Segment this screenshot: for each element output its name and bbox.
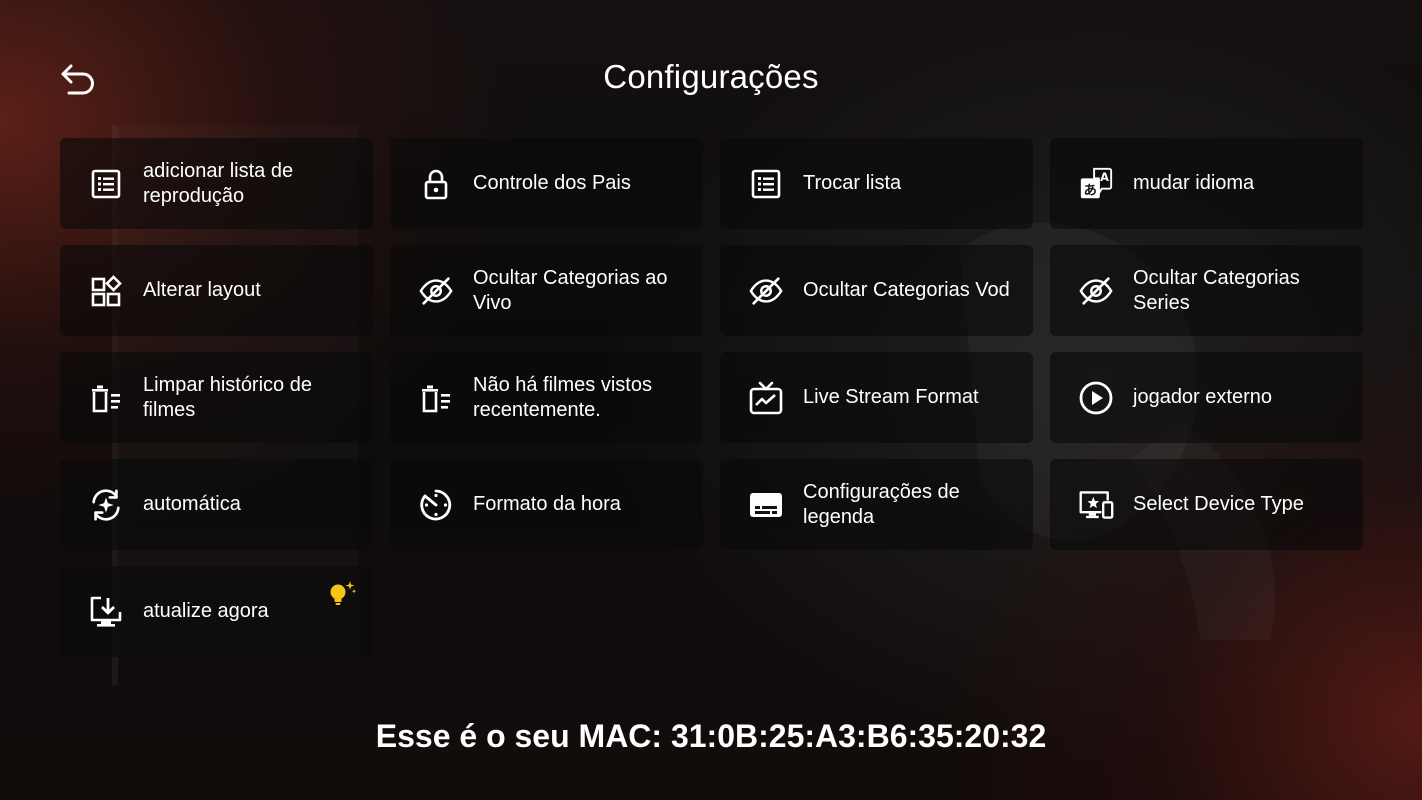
tile-parental-control[interactable]: Controle dos Pais [390, 138, 703, 229]
tile-clear-movie-history[interactable]: Limpar histórico de filmes [60, 352, 373, 443]
tile-external-player[interactable]: jogador externo [1050, 352, 1363, 443]
layout-icon [88, 273, 124, 309]
page-title: Configurações [603, 58, 819, 95]
tile-label: Alterar layout [143, 279, 261, 301]
tile-hide-vod-categories[interactable]: Ocultar Categorias Vod [720, 245, 1033, 336]
devices-icon [1078, 487, 1114, 523]
tile-label: Live Stream Format [803, 386, 979, 408]
tile-switch-list[interactable]: Trocar lista [720, 138, 1033, 229]
playlist-add-icon [88, 166, 124, 202]
list-icon [748, 166, 784, 202]
download-update-icon [88, 594, 124, 630]
tile-change-language[interactable]: あ A mudar idioma [1050, 138, 1363, 229]
eye-off-icon [418, 273, 454, 309]
eye-off-icon [748, 273, 784, 309]
play-circle-icon [1078, 380, 1114, 416]
tile-label: Ocultar Categorias Vod [803, 279, 1010, 301]
tile-update-now[interactable]: atualize agora [60, 566, 373, 657]
tile-label: Ocultar Categorias Series [1133, 266, 1300, 314]
tile-time-format[interactable]: Formato da hora [390, 459, 703, 550]
tile-label: adicionar lista de reprodução [143, 159, 294, 207]
tile-live-stream-format[interactable]: Live Stream Format [720, 352, 1033, 443]
tile-label: atualize agora [143, 600, 269, 622]
tile-add-playlist[interactable]: adicionar lista de reprodução [60, 138, 373, 229]
auto-refresh-icon [88, 487, 124, 523]
tile-label: Configurações de legenda [803, 480, 960, 528]
tile-label: Não há filmes vistos recentemente. [473, 373, 652, 421]
tile-no-recent-movies[interactable]: Não há filmes vistos recentemente. [390, 352, 703, 443]
tile-label: Select Device Type [1133, 493, 1304, 515]
tile-label: Ocultar Categorias ao Vivo [473, 266, 668, 314]
tile-hide-series-categories[interactable]: Ocultar Categorias Series [1050, 245, 1363, 336]
tile-subtitle-settings[interactable]: Configurações de legenda [720, 459, 1033, 550]
translate-icon: あ A [1078, 166, 1114, 202]
tile-select-device-type[interactable]: Select Device Type [1050, 459, 1363, 550]
clear-history-icon [88, 380, 124, 416]
lightbulb-icon [327, 578, 357, 608]
tile-label: mudar idioma [1133, 172, 1255, 194]
clear-history-icon [418, 380, 454, 416]
svg-text:あ: あ [1084, 182, 1097, 198]
svg-text:A: A [1100, 170, 1109, 184]
subtitles-icon [748, 487, 784, 523]
tile-label: jogador externo [1133, 386, 1272, 408]
tile-label: Limpar histórico de filmes [143, 373, 312, 421]
tile-change-layout[interactable]: Alterar layout [60, 245, 373, 336]
live-tv-icon [748, 380, 784, 416]
eye-off-icon [1078, 273, 1114, 309]
tile-hide-live-categories[interactable]: Ocultar Categorias ao Vivo [390, 245, 703, 336]
tile-automatic[interactable]: automática [60, 459, 373, 550]
tile-label: Controle dos Pais [473, 172, 631, 194]
clock-icon [418, 487, 454, 523]
tile-label: automática [143, 493, 241, 515]
tile-label: Trocar lista [803, 172, 902, 194]
tile-label: Formato da hora [473, 493, 621, 515]
settings-grid: adicionar lista de reprodução Controle d… [60, 138, 1363, 657]
mac-address-text: Esse é o seu MAC: 31:0B:25:A3:B6:35:20:3… [375, 718, 1047, 754]
lock-icon [418, 166, 454, 202]
